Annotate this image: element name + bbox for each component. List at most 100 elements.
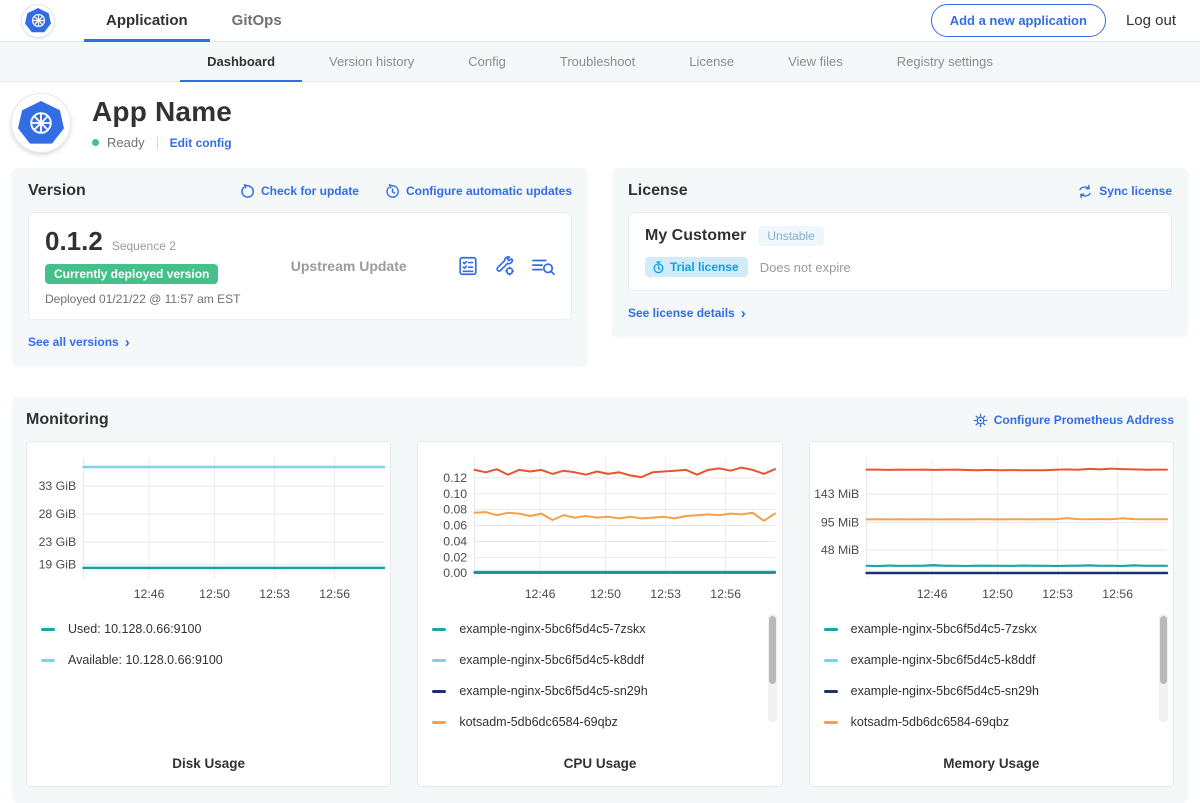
legend-color-dash <box>824 690 838 693</box>
license-card: License Sync license My Customer Unstabl… <box>612 168 1188 338</box>
version-number: 0.1.2 <box>45 226 103 257</box>
current-version-card: 0.1.2 Sequence 2 Currently deployed vers… <box>28 212 572 320</box>
charts-row: 33 GiB28 GiB23 GiB19 GiB12:4612:5012:531… <box>26 441 1174 787</box>
legend-label: Used: 10.128.0.66:9100 <box>68 622 201 636</box>
chart-legend-disk-usage: Used: 10.128.0.66:9100 Available: 10.128.… <box>27 610 390 750</box>
legend-scrollbar-thumb[interactable] <box>1160 616 1167 684</box>
see-license-details-link[interactable]: See license details › <box>628 306 746 321</box>
edit-config-link[interactable]: Edit config <box>170 136 232 150</box>
summary-cards-row: Version Check for update Configure autom… <box>0 166 1200 367</box>
svg-text:12:50: 12:50 <box>982 587 1013 601</box>
logout-button[interactable]: Log out <box>1126 12 1176 29</box>
legend-color-dash <box>824 721 838 724</box>
svg-text:12:46: 12:46 <box>134 587 165 601</box>
nav-tab-gitops[interactable]: GitOps <box>210 0 304 42</box>
config-wrench-icon[interactable] <box>494 255 516 277</box>
svg-text:12:56: 12:56 <box>319 587 350 601</box>
legend-label: example-nginx-5bc6f5d4c5-sn29h <box>851 684 1039 698</box>
legend-color-dash <box>432 628 446 631</box>
license-card-title: License <box>628 182 688 200</box>
app-header: App Name Ready Edit config <box>0 82 1200 166</box>
version-card: Version Check for update Configure autom… <box>12 168 588 367</box>
legend-label: example-nginx-5bc6f5d4c5-k8ddf <box>851 653 1036 667</box>
subnav-tab-license[interactable]: License <box>662 42 761 82</box>
legend-color-dash <box>432 659 446 662</box>
svg-text:12:46: 12:46 <box>916 587 947 601</box>
legend-item: example-nginx-5bc6f5d4c5-sn29h <box>432 684 763 698</box>
legend-item: example-nginx-5bc6f5d4c5-k8ddf <box>824 653 1155 667</box>
configure-prometheus-link[interactable]: Configure Prometheus Address <box>973 413 1174 428</box>
kubernetes-logo-icon <box>22 5 54 37</box>
view-diff-icon[interactable] <box>531 255 555 277</box>
legend-scrollbar-thumb[interactable] <box>769 616 776 684</box>
chevron-right-icon: › <box>125 335 130 350</box>
channel-badge: Unstable <box>758 226 823 246</box>
chart-plot-cpu-usage: 0.120.100.080.060.040.020.0012:4612:5012… <box>418 452 781 610</box>
svg-text:12:46: 12:46 <box>525 587 556 601</box>
deployed-status-badge: Currently deployed version <box>45 264 218 284</box>
subnav-tab-view-files[interactable]: View files <box>761 42 870 82</box>
legend-label: example-nginx-5bc6f5d4c5-sn29h <box>459 684 647 698</box>
subnav-tab-dashboard[interactable]: Dashboard <box>180 42 302 82</box>
monitoring-title: Monitoring <box>26 411 109 429</box>
legend-item: example-nginx-5bc6f5d4c5-sn29h <box>824 684 1155 698</box>
legend-item: example-nginx-5bc6f5d4c5-k8ddf <box>432 653 763 667</box>
page-title: App Name <box>92 96 232 128</box>
refresh-icon <box>240 184 255 199</box>
svg-text:0.10: 0.10 <box>444 487 468 501</box>
stopwatch-icon <box>652 261 665 274</box>
legend-label: example-nginx-5bc6f5d4c5-7zskx <box>851 622 1037 636</box>
add-application-button[interactable]: Add a new application <box>931 4 1106 37</box>
svg-text:0.00: 0.00 <box>444 567 468 581</box>
svg-text:12:53: 12:53 <box>651 587 682 601</box>
deployed-timestamp: Deployed 01/21/22 @ 11:57 am EST <box>45 292 240 306</box>
svg-text:143 MiB: 143 MiB <box>814 488 859 502</box>
svg-text:12:50: 12:50 <box>591 587 622 601</box>
app-logo-icon <box>12 94 70 152</box>
legend-scrollbar[interactable] <box>1159 614 1168 722</box>
legend-color-dash <box>41 659 55 662</box>
chart-card-cpu-usage: 0.120.100.080.060.040.020.0012:4612:5012… <box>417 441 782 787</box>
chart-title-disk-usage: Disk Usage <box>27 750 390 786</box>
svg-text:12:53: 12:53 <box>1042 587 1073 601</box>
top-navbar: Application GitOps Add a new application… <box>0 0 1200 42</box>
check-for-update-link[interactable]: Check for update <box>240 184 359 199</box>
configure-automatic-updates-link[interactable]: Configure automatic updates <box>385 184 572 199</box>
subnav-tab-config[interactable]: Config <box>441 42 533 82</box>
chart-legend-cpu-usage: example-nginx-5bc6f5d4c5-7zskx example-ng… <box>418 610 781 750</box>
divider <box>157 136 158 150</box>
sync-license-link[interactable]: Sync license <box>1077 184 1172 199</box>
nav-tab-application[interactable]: Application <box>84 0 210 42</box>
legend-color-dash <box>41 628 55 631</box>
preflight-checklist-icon[interactable] <box>457 255 479 277</box>
legend-color-dash <box>432 690 446 693</box>
svg-text:0.08: 0.08 <box>444 503 468 517</box>
chart-plot-disk-usage: 33 GiB28 GiB23 GiB19 GiB12:4612:5012:531… <box>27 452 390 610</box>
see-all-versions-link[interactable]: See all versions › <box>28 335 130 350</box>
customer-name: My Customer <box>645 227 746 245</box>
legend-scrollbar[interactable] <box>768 614 777 722</box>
legend-color-dash <box>432 721 446 724</box>
subnav-tab-version-history[interactable]: Version history <box>302 42 441 82</box>
chart-title-cpu-usage: CPU Usage <box>418 750 781 786</box>
svg-text:19 GiB: 19 GiB <box>39 558 77 572</box>
legend-item: Available: 10.128.0.66:9100 <box>41 653 372 667</box>
subnav-tab-registry-settings[interactable]: Registry settings <box>870 42 1020 82</box>
subnav-tab-troubleshoot[interactable]: Troubleshoot <box>533 42 662 82</box>
svg-text:0.06: 0.06 <box>444 519 468 533</box>
legend-label: kotsadm-5db6dc6584-69qbz <box>459 715 617 729</box>
chevron-right-icon: › <box>741 306 746 321</box>
license-type-badge: Trial license <box>645 257 748 277</box>
license-expiry: Does not expire <box>760 260 851 275</box>
chart-card-disk-usage: 33 GiB28 GiB23 GiB19 GiB12:4612:5012:531… <box>26 441 391 787</box>
chart-plot-memory-usage: 143 MiB95 MiB48 MiB12:4612:5012:5312:56 <box>810 452 1173 610</box>
legend-item: example-nginx-5bc6f5d4c5-7zskx <box>824 622 1155 636</box>
svg-text:95 MiB: 95 MiB <box>821 516 859 530</box>
svg-text:12:56: 12:56 <box>711 587 742 601</box>
legend-label: example-nginx-5bc6f5d4c5-7zskx <box>459 622 645 636</box>
license-details-card: My Customer Unstable Trial license Does … <box>628 212 1172 291</box>
app-subnav: DashboardVersion historyConfigTroublesho… <box>0 42 1200 82</box>
monitoring-section: Monitoring Configure Prometheus Address … <box>12 397 1188 803</box>
svg-text:12:50: 12:50 <box>199 587 230 601</box>
chart-title-memory-usage: Memory Usage <box>810 750 1173 786</box>
